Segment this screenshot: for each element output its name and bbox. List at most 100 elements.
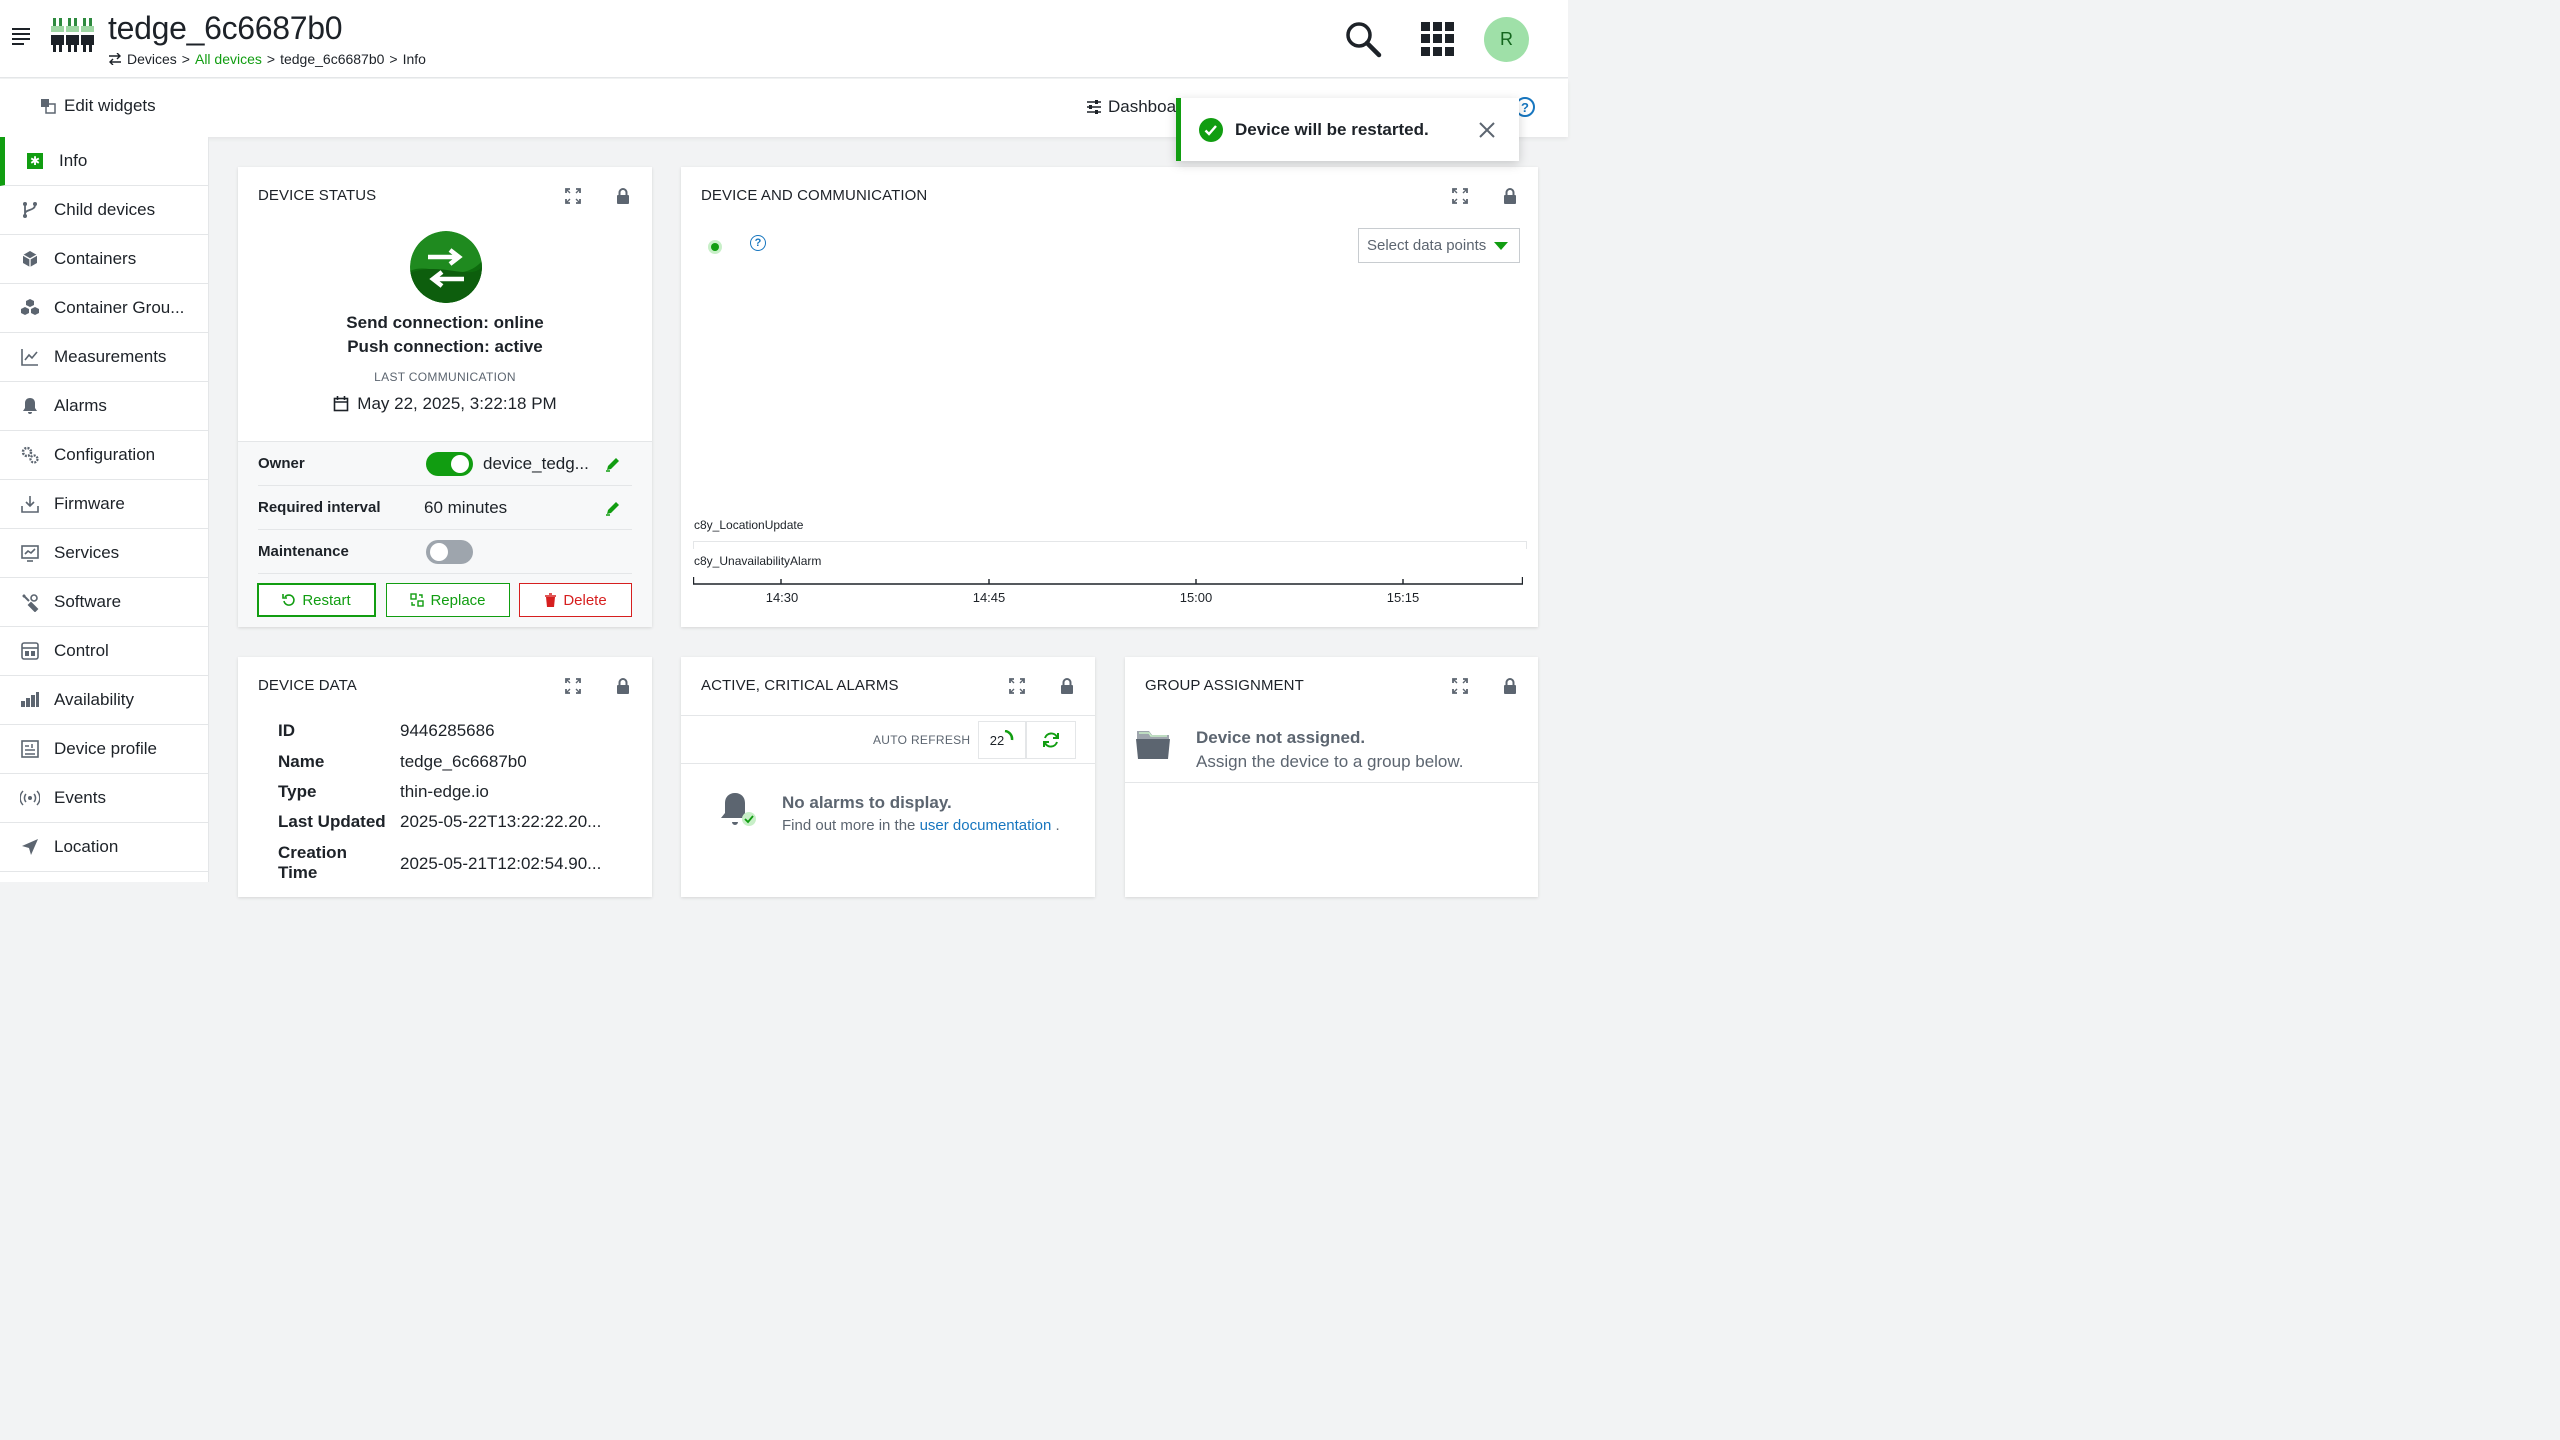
widget-title: DEVICE AND COMMUNICATION bbox=[701, 187, 928, 204]
sidebar-item-availability[interactable]: Availability bbox=[0, 676, 208, 725]
device-data-value: 2025-05-21T12:02:54.90... bbox=[400, 854, 602, 873]
divider bbox=[681, 715, 1095, 716]
swap-icon bbox=[109, 53, 121, 65]
dashboard-label: Dashboa bbox=[1108, 97, 1177, 116]
profile-icon bbox=[21, 740, 39, 758]
widgets-icon bbox=[41, 99, 56, 114]
critical-alarms-widget: ACTIVE, CRITICAL ALARMS AUTO REFRESH 22 … bbox=[681, 657, 1095, 897]
refresh-icon bbox=[1043, 732, 1059, 748]
cube-icon bbox=[22, 251, 38, 267]
sidebar-item-alarms[interactable]: Alarms bbox=[0, 382, 208, 431]
auto-refresh-countdown[interactable]: 22 bbox=[978, 721, 1026, 759]
sidebar-item-label: Software bbox=[54, 592, 122, 611]
sidebar-item-info[interactable]: ✱ Info bbox=[0, 137, 208, 186]
sidebar-item-label: Containers bbox=[54, 249, 137, 268]
sidebar-item-label: Control bbox=[54, 641, 109, 660]
location-update-lane bbox=[693, 541, 1527, 549]
expand-icon[interactable] bbox=[1451, 187, 1469, 205]
trash-icon bbox=[545, 593, 557, 607]
replace-icon bbox=[410, 593, 425, 607]
device-data-value: tedge_6c6687b0 bbox=[400, 752, 527, 771]
restart-button[interactable]: Restart bbox=[257, 583, 376, 617]
sidebar-item-configuration[interactable]: Configuration bbox=[0, 431, 208, 480]
expand-icon[interactable] bbox=[1008, 677, 1026, 695]
close-icon[interactable] bbox=[1479, 122, 1495, 138]
user-avatar[interactable]: R bbox=[1484, 17, 1529, 62]
no-alarms-subtitle: Find out more in the user documentation … bbox=[782, 817, 1060, 834]
lock-icon[interactable] bbox=[1501, 187, 1519, 205]
breadcrumb-separator: > bbox=[181, 51, 190, 67]
countdown-arc-icon bbox=[1004, 730, 1014, 741]
search-icon[interactable] bbox=[1344, 20, 1382, 58]
device-data-row: ID 9446285686 bbox=[278, 721, 495, 741]
required-interval-label: Required interval bbox=[258, 499, 381, 516]
cubes-icon bbox=[21, 299, 39, 315]
sidebar-item-measurements[interactable]: Measurements bbox=[0, 333, 208, 382]
top-bar: tedge_6c6687b0 Devices > All devices > t… bbox=[0, 0, 1568, 78]
owner-toggle[interactable] bbox=[426, 451, 473, 476]
dashboard-button[interactable]: Dashboa bbox=[1086, 97, 1176, 117]
device-data-key: Name bbox=[278, 752, 325, 771]
sidebar-item-container-groups[interactable]: Container Grou... bbox=[0, 284, 208, 333]
no-alarms-title: No alarms to display. bbox=[782, 793, 952, 812]
user-documentation-link[interactable]: user documentation bbox=[920, 817, 1052, 834]
app-switcher-icon[interactable] bbox=[1421, 22, 1455, 56]
sidebar-item-location[interactable]: Location bbox=[0, 823, 208, 872]
maintenance-toggle[interactable] bbox=[426, 539, 473, 564]
device-data-row: Name tedge_6c6687b0 bbox=[278, 752, 527, 772]
push-connection-status: Push connection: active bbox=[347, 337, 543, 356]
sidebar-item-child-devices[interactable]: Child devices bbox=[0, 186, 208, 235]
breadcrumb-devices[interactable]: Devices bbox=[127, 51, 177, 67]
select-data-points-dropdown[interactable]: Select data points bbox=[1358, 228, 1520, 263]
breadcrumb-all-devices[interactable]: All devices bbox=[195, 51, 262, 67]
widget-title: ACTIVE, CRITICAL ALARMS bbox=[701, 677, 899, 694]
widget-title: DEVICE STATUS bbox=[258, 187, 377, 204]
expand-icon[interactable] bbox=[564, 677, 582, 695]
restart-label: Restart bbox=[302, 591, 351, 609]
time-axis bbox=[693, 577, 1523, 585]
chart-help-icon[interactable]: ? bbox=[750, 235, 766, 251]
lock-icon[interactable] bbox=[1058, 677, 1076, 695]
lock-icon[interactable] bbox=[1501, 677, 1519, 695]
replace-button[interactable]: Replace bbox=[386, 583, 510, 617]
edit-widgets-button[interactable]: Edit widgets bbox=[40, 96, 156, 116]
delete-button[interactable]: Delete bbox=[519, 583, 632, 617]
device-data-row: Type thin-edge.io bbox=[278, 782, 489, 802]
software-icon bbox=[22, 594, 39, 612]
sliders-icon bbox=[1087, 100, 1101, 114]
sidebar-item-device-profile[interactable]: Device profile bbox=[0, 725, 208, 774]
owner-value: device_tedg... bbox=[483, 453, 589, 473]
countdown-value: 22 bbox=[989, 732, 1005, 748]
check-circle-icon bbox=[1199, 118, 1223, 142]
menu-toggle-icon[interactable] bbox=[12, 28, 30, 45]
expand-icon[interactable] bbox=[1451, 677, 1469, 695]
sidebar-item-software[interactable]: Software bbox=[0, 578, 208, 627]
lock-icon[interactable] bbox=[614, 677, 632, 695]
expand-icon[interactable] bbox=[564, 187, 582, 205]
sidebar-item-label: Child devices bbox=[54, 200, 156, 219]
sidebar-item-label: Configuration bbox=[54, 445, 156, 464]
edit-owner-icon[interactable] bbox=[604, 455, 622, 473]
device-data-key: Type bbox=[278, 782, 317, 801]
sidebar-item-firmware[interactable]: Firmware bbox=[0, 480, 208, 529]
last-communication: May 22, 2025, 3:22:18 PM bbox=[238, 394, 652, 414]
sidebar-item-services[interactable]: Services bbox=[0, 529, 208, 578]
axis-tick-label: 14:30 bbox=[765, 590, 799, 605]
divider bbox=[1125, 782, 1538, 783]
sidebar-item-label: Alarms bbox=[54, 396, 107, 415]
sidebar-item-control[interactable]: Control bbox=[0, 627, 208, 676]
edit-interval-icon[interactable] bbox=[604, 499, 622, 517]
lane-label: c8y_LocationUpdate bbox=[694, 518, 804, 532]
device-sidebar-nav: ✱ Info Child devices Containers Containe… bbox=[0, 137, 209, 882]
required-interval-value: 60 minutes bbox=[424, 497, 508, 517]
sidebar-item-label: Device profile bbox=[54, 739, 157, 758]
firmware-icon bbox=[21, 496, 39, 513]
info-icon: ✱ bbox=[27, 153, 43, 169]
breadcrumb-device[interactable]: tedge_6c6687b0 bbox=[280, 51, 384, 67]
refresh-button[interactable] bbox=[1026, 721, 1076, 759]
sidebar-item-events[interactable]: Events bbox=[0, 774, 208, 823]
last-communication-label: LAST COMMUNICATION bbox=[374, 370, 516, 384]
lock-icon[interactable] bbox=[614, 187, 632, 205]
sidebar-item-containers[interactable]: Containers bbox=[0, 235, 208, 284]
caret-down-icon bbox=[1494, 241, 1509, 250]
